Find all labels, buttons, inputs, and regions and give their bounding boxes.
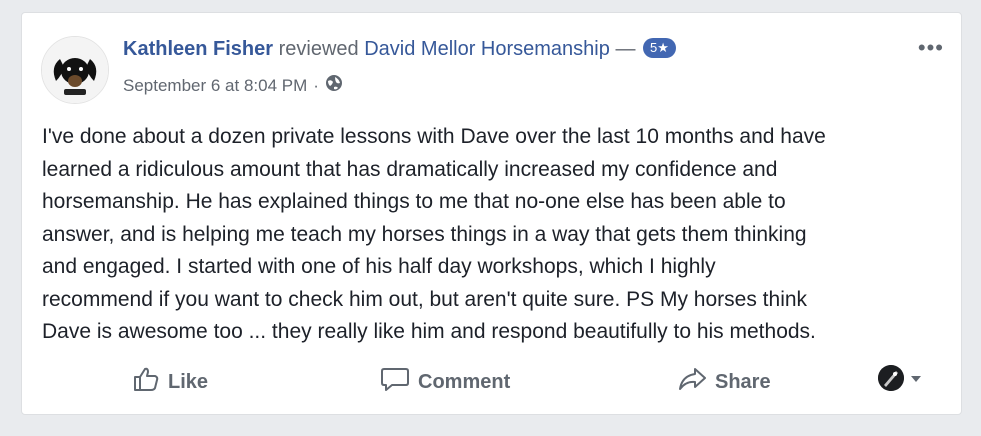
comment-button[interactable]: Comment: [380, 365, 510, 399]
review-post-card: Kathleen Fisher reviewed David Mellor Ho…: [21, 12, 962, 415]
user-avatar-small: [878, 365, 904, 391]
post-meta: September 6 at 8:04 PM ·: [123, 74, 343, 97]
review-line: I've done about a dozen private lessons …: [42, 125, 826, 148]
share-button[interactable]: Share: [677, 365, 771, 399]
post-timestamp[interactable]: September 6 at 8:04 PM: [123, 76, 307, 96]
share-arrow-icon: [677, 365, 707, 399]
comment-icon: [380, 365, 410, 399]
action-word: reviewed: [278, 38, 359, 60]
review-text: I've done about a dozen private lessons …: [42, 121, 957, 349]
page-name-link[interactable]: David Mellor Horsemanship: [364, 38, 610, 60]
review-line: horsemanship. He has explained things to…: [42, 190, 786, 213]
review-line: Dave is awesome too ... they really like…: [42, 320, 816, 343]
globe-icon[interactable]: [325, 74, 343, 97]
review-line: and engaged. I started with one of his h…: [42, 255, 716, 278]
more-options-button[interactable]: •••: [918, 35, 944, 61]
post-as-selector[interactable]: [878, 365, 922, 391]
rating-badge[interactable]: 5★: [643, 38, 676, 58]
like-button[interactable]: Like: [132, 365, 208, 399]
review-line: recommend if you want to check him out, …: [42, 287, 808, 311]
dash: —: [615, 38, 636, 60]
action-bar: Like Comment Share: [22, 365, 961, 399]
share-label: Share: [715, 370, 771, 393]
post-header: Kathleen Fisher reviewed David Mellor Ho…: [123, 38, 676, 61]
chevron-down-icon: [910, 367, 922, 390]
thumbs-up-icon: [132, 365, 160, 399]
comment-label: Comment: [418, 370, 511, 393]
like-label: Like: [168, 370, 209, 393]
review-line: learned a ridiculous amount that has dra…: [42, 157, 778, 181]
author-name-link[interactable]: Kathleen Fisher: [123, 38, 273, 60]
meta-separator: ·: [313, 75, 319, 95]
author-avatar[interactable]: [41, 36, 109, 104]
review-line: answer, and is helping me teach my horse…: [42, 222, 807, 246]
